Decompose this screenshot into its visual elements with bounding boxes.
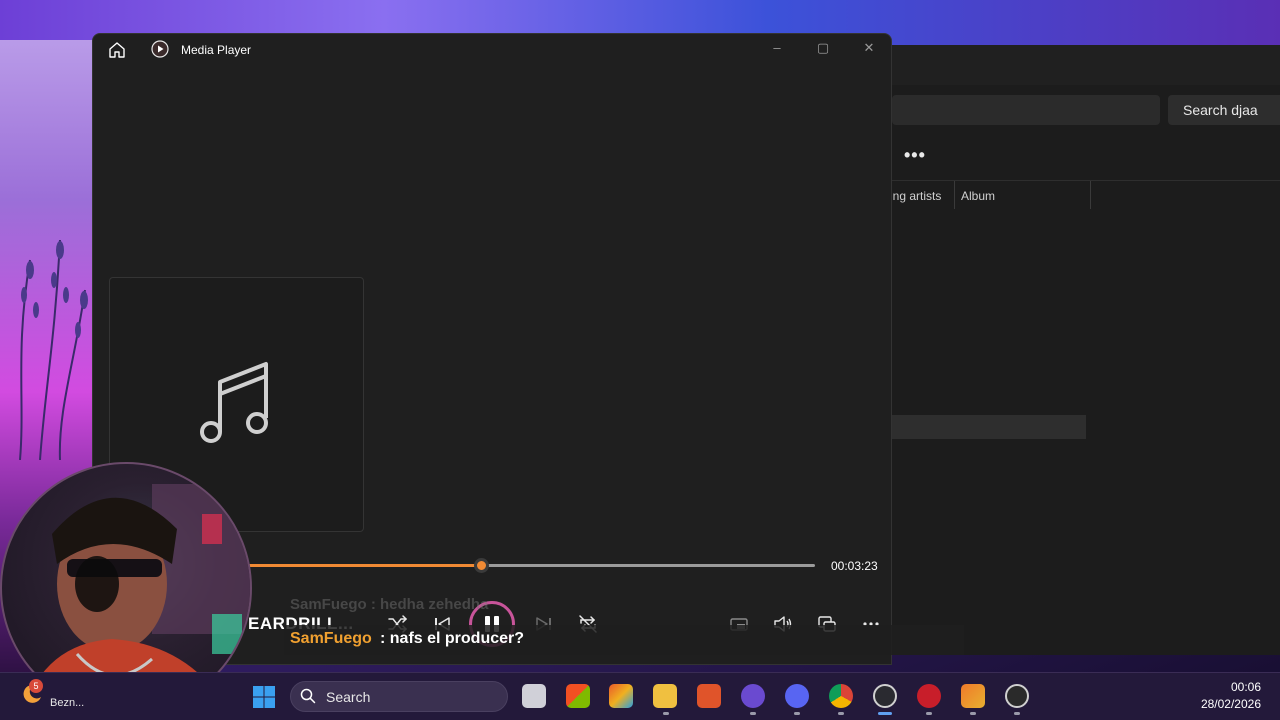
total-time: 00:03:23 (831, 559, 878, 573)
background-search-bar[interactable] (892, 95, 1160, 125)
brave-icon[interactable] (697, 684, 721, 708)
minimize-icon[interactable]: – (762, 40, 792, 60)
running-indicator (663, 712, 669, 715)
weather-label[interactable]: Bezn... (50, 697, 84, 709)
running-indicator (926, 712, 932, 715)
running-indicator (838, 712, 844, 715)
obs-icon[interactable] (873, 684, 897, 708)
running-indicator (794, 712, 800, 715)
background-more-button[interactable]: ••• (904, 145, 926, 166)
chrome-icon[interactable] (829, 684, 853, 708)
discord-icon[interactable] (785, 684, 809, 708)
seek-bar[interactable] (249, 564, 815, 567)
taskbar-search-label: Search (326, 689, 371, 705)
microsoft-store-icon[interactable] (566, 684, 590, 708)
taskbar-date[interactable]: 28/02/2026 (1190, 697, 1261, 711)
windows-start-icon[interactable] (252, 685, 276, 709)
seek-bar-progress (249, 564, 482, 567)
chat-message: : nafs el producer? (380, 630, 525, 647)
close-icon[interactable]: ✕ (854, 40, 884, 60)
running-indicator (970, 712, 976, 715)
running-indicator (1014, 712, 1020, 715)
chat-previous-message: SamFuego : hedha zehedha (290, 596, 489, 613)
app-title: Media Player (181, 43, 252, 57)
background-app-window: Search djaa ••• ing artists Album (880, 45, 1280, 655)
taskbar-clock[interactable]: 00:06 (1200, 680, 1261, 694)
media-player-app-icon (151, 40, 169, 58)
media-player-taskbar-icon[interactable] (1005, 684, 1029, 708)
taskbar (0, 672, 1280, 720)
background-list-item[interactable] (892, 415, 1086, 439)
wallpaper-plant (19, 239, 88, 460)
red-app-icon[interactable] (917, 684, 941, 708)
music-note-icon (200, 362, 268, 443)
chat-username: SamFuego (290, 630, 372, 647)
column-contributing-artists[interactable]: ing artists (890, 189, 941, 203)
search-icon (300, 688, 316, 704)
background-app-header (880, 45, 1280, 85)
background-column-header: ing artists Album (880, 180, 1280, 210)
fl-studio-icon[interactable] (961, 684, 985, 708)
weather-badge: 5 (29, 679, 43, 693)
app-circle-icon[interactable] (741, 684, 765, 708)
active-indicator (878, 712, 892, 715)
file-explorer-icon[interactable] (653, 684, 677, 708)
column-album[interactable]: Album (961, 189, 995, 203)
background-search-button[interactable]: Search djaa (1168, 95, 1280, 125)
column-divider (1090, 181, 1091, 209)
maximize-icon[interactable]: ▢ (808, 40, 838, 60)
column-divider (954, 181, 955, 209)
seek-thumb[interactable] (474, 558, 490, 573)
running-indicator (750, 712, 756, 715)
title-bar[interactable]: Media Player – ▢ ✕ (93, 34, 891, 66)
office-icon[interactable] (609, 684, 633, 708)
task-view-icon[interactable] (522, 684, 546, 708)
home-icon[interactable] (107, 41, 127, 59)
taskbar-search-box[interactable] (290, 681, 508, 712)
